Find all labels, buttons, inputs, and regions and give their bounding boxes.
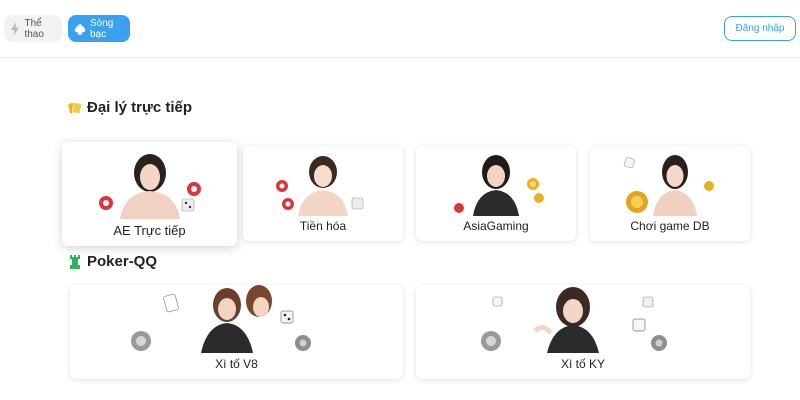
section-title-text: Đại lý trực tiếp xyxy=(87,99,193,116)
dealer-illustration xyxy=(243,146,403,217)
game-card-evolution[interactable]: Tiền hóa xyxy=(243,146,403,241)
lightning-icon xyxy=(10,21,20,36)
game-card-ae-live[interactable]: AE Trực tiếp xyxy=(62,142,237,246)
card-label: AE Trực tiếp xyxy=(113,223,186,238)
top-bar: Thể thao Sòng bạc Đăng nhập xyxy=(0,0,800,58)
card-label: Chơi game DB xyxy=(630,219,710,233)
section-title-poker: Poker-QQ xyxy=(68,253,157,270)
poker-illustration xyxy=(70,285,403,353)
card-label: AsiaGaming xyxy=(463,219,529,233)
card-label: Tiền hóa xyxy=(299,219,347,233)
dealer-illustration xyxy=(62,142,237,219)
dealer-illustration xyxy=(590,146,750,217)
tab-sports-label: Thể thao xyxy=(24,17,44,40)
card-label: Xì tố V8 xyxy=(215,357,258,371)
game-card-db[interactable]: Chơi game DB xyxy=(590,146,750,241)
tab-casino[interactable]: Sòng bạc xyxy=(68,15,130,42)
rook-icon xyxy=(68,254,82,269)
tab-sports[interactable]: Thể thao xyxy=(4,15,62,42)
game-card-asiagaming[interactable]: AsiaGaming xyxy=(416,146,576,241)
section-title-live-dealer: Đại lý trực tiếp xyxy=(68,99,192,116)
tab-casino-label: Sòng bạc xyxy=(90,17,114,40)
crown-icon xyxy=(68,101,82,115)
dealer-illustration xyxy=(416,146,576,217)
game-card-xito-v8[interactable]: Xì tố V8 xyxy=(70,285,403,379)
spade-icon xyxy=(74,22,86,36)
card-label: Xì tố KY xyxy=(560,357,606,371)
section-title-text: Poker-QQ xyxy=(87,253,158,270)
login-button[interactable]: Đăng nhập xyxy=(724,16,796,41)
poker-illustration xyxy=(416,285,750,353)
game-card-xito-ky[interactable]: Xì tố KY xyxy=(416,285,750,379)
